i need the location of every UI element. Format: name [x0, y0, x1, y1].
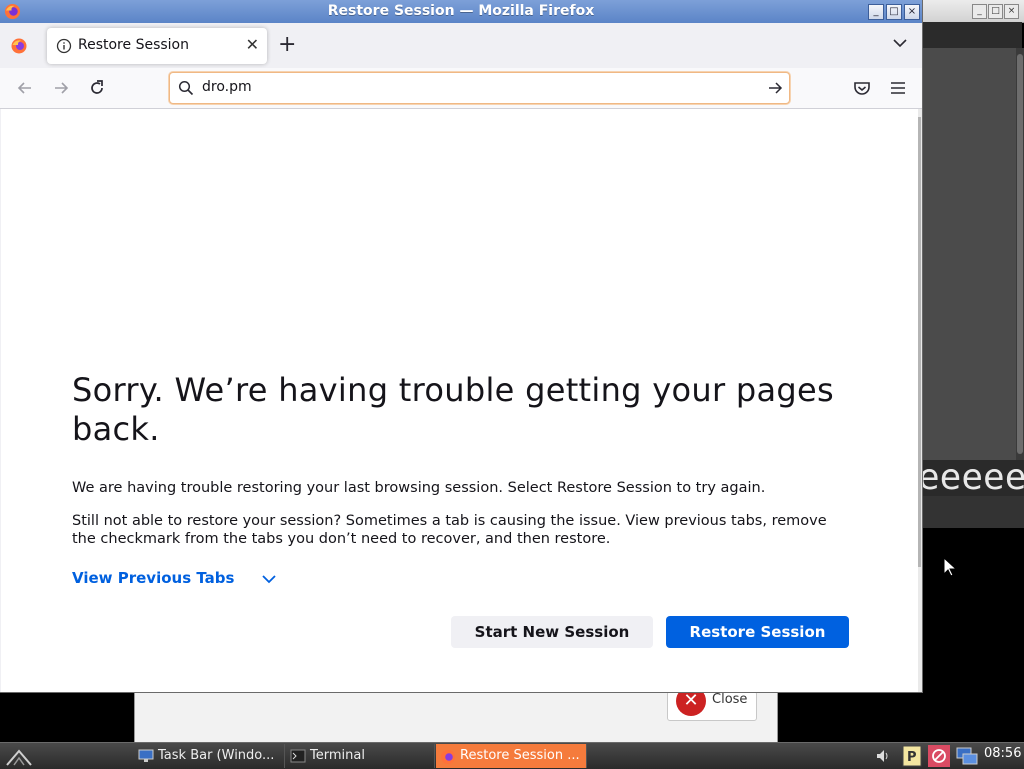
page-content: Sorry. We’re having trouble getting your… [1, 109, 918, 692]
reload-icon[interactable] [87, 78, 107, 98]
tab-title: Restore Session [78, 37, 189, 53]
error-message-secondary: Still not able to restore your session? … [72, 513, 827, 547]
window-title: Restore Session — Mozilla Firefox [327, 3, 595, 19]
navigation-toolbar [0, 68, 922, 109]
taskbar: Task Bar (Windo... Terminal Restore Sess… [0, 742, 1024, 769]
firefox-logo-icon [441, 750, 455, 764]
background-scrollbar-thumb[interactable] [1017, 54, 1023, 454]
monitor-icon [138, 749, 154, 762]
tab-strip: Restore Session ✕ + [0, 23, 922, 68]
pocket-icon[interactable] [852, 78, 872, 98]
minimize-icon[interactable]: _ [972, 4, 987, 19]
content-scrollbar[interactable] [918, 109, 922, 692]
clock[interactable]: 08:56 [984, 746, 1021, 761]
terminal-text: eeeeeeeeeeeeee [922, 460, 1024, 498]
error-message-primary: We are having trouble restoring your las… [72, 480, 766, 496]
restore-session-button[interactable]: Restore Session [666, 616, 849, 648]
close-icon[interactable]: × [904, 4, 920, 20]
window-titlebar[interactable]: Restore Session — Mozilla Firefox _ □ × [0, 0, 922, 23]
background-terminal-area [922, 48, 1016, 460]
hamburger-menu-icon[interactable] [888, 78, 908, 98]
taskbar-item-label: Task Bar (Windo... [158, 748, 275, 763]
clipboard-icon[interactable]: P [902, 745, 922, 767]
view-previous-tabs-toggle[interactable]: View Previous Tabs [72, 569, 234, 587]
page-title: Sorry. We’re having trouble getting your… [72, 371, 834, 448]
terminal-icon [290, 749, 306, 763]
background-toolbar [922, 22, 1022, 48]
firefox-view-icon[interactable] [10, 37, 28, 55]
url-input[interactable] [202, 79, 742, 95]
go-arrow-icon[interactable] [767, 80, 783, 96]
volume-icon[interactable] [876, 748, 890, 764]
taskbar-item-firefox[interactable]: Restore Session ... [436, 744, 587, 768]
mouse-pointer-icon [943, 556, 958, 577]
dialog-close-button[interactable]: ✕ Close [667, 686, 757, 721]
background-window: _ □ × eeeeeeeeeeeeee [922, 0, 1024, 742]
forward-arrow-icon[interactable] [51, 78, 71, 98]
no-network-icon[interactable] [928, 745, 950, 767]
maximize-icon[interactable]: □ [988, 4, 1003, 19]
tab-restore-session[interactable]: Restore Session ✕ [47, 28, 267, 64]
start-new-session-button[interactable]: Start New Session [451, 616, 653, 648]
background-window-titlebar: _ □ × [922, 0, 1024, 23]
new-tab-button[interactable]: + [278, 32, 296, 57]
taskbar-item-label: Terminal [310, 748, 365, 763]
taskbar-item-task-bar[interactable]: Task Bar (Windo... [134, 744, 285, 768]
background-scrollbar[interactable] [1016, 48, 1024, 460]
dialog-close-label: Close [712, 692, 748, 707]
search-icon [178, 80, 194, 96]
tab-close-icon[interactable]: ✕ [246, 35, 259, 54]
firefox-window: Restore Session — Mozilla Firefox _ □ × … [0, 0, 922, 692]
content-scrollbar-thumb[interactable] [918, 117, 921, 567]
network-icon[interactable] [956, 746, 978, 766]
background-dialog: ✕ Close [134, 686, 778, 744]
info-icon [56, 38, 72, 54]
taskbar-item-label: Restore Session ... [460, 748, 580, 763]
url-bar[interactable] [169, 72, 790, 104]
chevron-down-icon[interactable] [892, 35, 908, 51]
minimize-icon[interactable]: _ [868, 4, 884, 20]
start-menu-icon[interactable] [4, 745, 34, 767]
svg-text:P: P [907, 750, 917, 765]
maximize-icon[interactable]: □ [886, 4, 902, 20]
taskbar-item-terminal[interactable]: Terminal [286, 744, 435, 768]
background-terminal-lower [922, 496, 1024, 528]
chevron-down-icon[interactable] [261, 572, 277, 586]
back-arrow-icon[interactable] [15, 78, 35, 98]
close-icon[interactable]: × [1004, 4, 1019, 19]
